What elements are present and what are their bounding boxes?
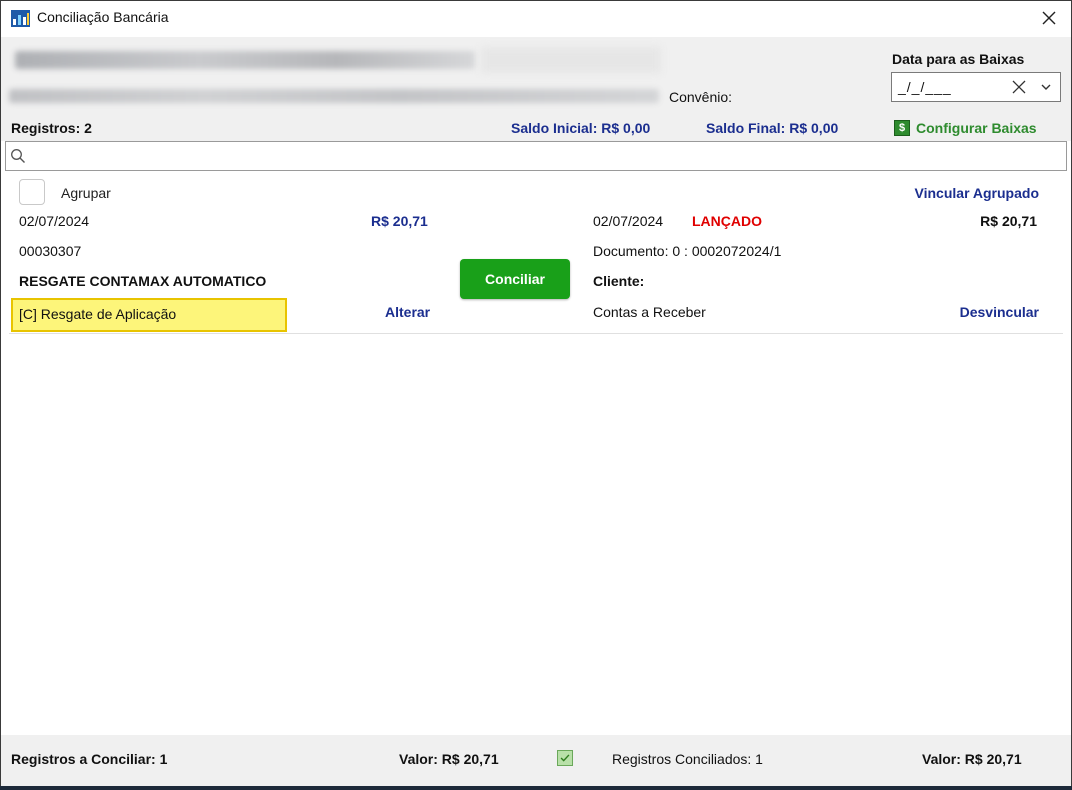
valor-conciliar: Valor: R$ 20,71: [399, 751, 499, 767]
date-input[interactable]: _/_/___: [898, 79, 952, 95]
valor-conciliados: Valor: R$ 20,71: [922, 751, 1022, 767]
window-title: Conciliação Bancária: [37, 9, 169, 25]
app-icon: [11, 10, 30, 27]
clear-date-icon[interactable]: [1010, 78, 1028, 96]
contas-receber-text: Contas a Receber: [593, 304, 706, 320]
desvincular-link[interactable]: Desvincular: [960, 304, 1039, 320]
configurar-baixas-link[interactable]: Configurar Baixas: [916, 120, 1037, 136]
classification-field[interactable]: [C] Resgate de Aplicação: [11, 298, 287, 332]
agrupar-label: Agrupar: [61, 185, 111, 201]
conciliar-button[interactable]: Conciliar: [460, 259, 570, 299]
date-picker[interactable]: _/_/___: [891, 72, 1061, 102]
check-icon[interactable]: [557, 750, 573, 766]
bank-value: R$ 20,71: [371, 213, 428, 229]
search-box[interactable]: [5, 141, 1067, 171]
registros-conciliar: Registros a Conciliar: 1: [11, 751, 168, 767]
redacted-area: [481, 47, 661, 73]
system-value: R$ 20,71: [980, 213, 1037, 229]
money-icon[interactable]: $: [894, 120, 910, 136]
vincular-agrupado-link[interactable]: Vincular Agrupado: [915, 185, 1039, 201]
summary-bar: Registros: 2 Saldo Inicial: R$ 0,00 Sald…: [1, 117, 1071, 141]
saldo-final: Saldo Final: R$ 0,00: [706, 120, 839, 136]
registros-conciliados: Registros Conciliados: 1: [612, 751, 763, 767]
bank-code: 00030307: [19, 243, 82, 259]
documento-text: Documento: 0 : 0002072024/1: [593, 243, 782, 259]
bank-account-redacted: [9, 89, 659, 103]
saldo-inicial: Saldo Inicial: R$ 0,00: [511, 120, 651, 136]
date-label: Data para as Baixas: [892, 51, 1025, 67]
cliente-label: Cliente:: [593, 273, 645, 289]
system-date: 02/07/2024: [593, 213, 664, 229]
convenio-label: Convênio:: [669, 89, 733, 105]
chevron-down-icon[interactable]: [1040, 82, 1052, 92]
search-icon: [11, 149, 25, 163]
close-icon[interactable]: [1035, 5, 1063, 31]
registros-count: Registros: 2: [11, 120, 92, 136]
taskbar-edge: [0, 786, 1072, 790]
account-header: Convênio: Data para as Baixas _/_/___: [1, 37, 1071, 117]
bank-date: 02/07/2024: [19, 213, 90, 229]
status-badge: LANÇADO: [692, 213, 762, 229]
record-row: Agrupar Vincular Agrupado 02/07/2024 R$ …: [9, 175, 1063, 334]
alterar-link[interactable]: Alterar: [385, 304, 430, 320]
company-name-redacted: [15, 51, 475, 69]
conciliacao-window: Conciliação Bancária Convênio: Data para…: [0, 0, 1072, 788]
agrupar-checkbox[interactable]: [19, 179, 45, 205]
classification-text: [C] Resgate de Aplicação: [19, 306, 177, 322]
search-input[interactable]: [32, 146, 1056, 168]
bank-description: RESGATE CONTAMAX AUTOMATICO: [19, 273, 267, 289]
title-bar: Conciliação Bancária: [1, 1, 1071, 37]
footer-bar: Registros a Conciliar: 1 Valor: R$ 20,71…: [1, 735, 1071, 787]
